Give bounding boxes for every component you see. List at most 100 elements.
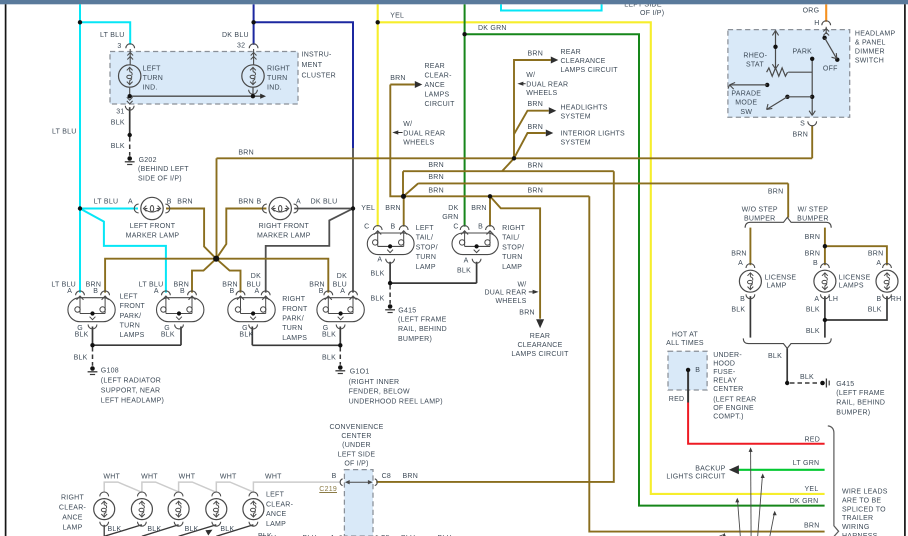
svg-text:LAMP: LAMP [62, 525, 82, 532]
svg-text:TAIL/: TAIL/ [416, 235, 433, 242]
svg-text:LH: LH [829, 296, 838, 303]
svg-text:B: B [876, 296, 881, 303]
svg-text:G1O1: G1O1 [350, 368, 370, 375]
svg-text:LEFT FRONT: LEFT FRONT [130, 223, 176, 230]
svg-text:RIGHT: RIGHT [61, 495, 85, 502]
svg-text:CLEARANCE: CLEARANCE [561, 58, 606, 65]
svg-text:INTERIOR LIGHTS: INTERIOR LIGHTS [561, 131, 626, 138]
svg-text:TURN: TURN [143, 75, 163, 82]
svg-text:SUPPORT, NEAR: SUPPORT, NEAR [101, 387, 161, 394]
svg-text:BRN: BRN [528, 163, 544, 170]
svg-text:A: A [738, 260, 743, 267]
svg-text:DK BLU: DK BLU [311, 198, 338, 205]
svg-text:G415: G415 [836, 381, 854, 388]
svg-text:RAIL, BEHIND: RAIL, BEHIND [836, 400, 885, 407]
svg-text:BRN: BRN [428, 162, 444, 169]
svg-text:STAT: STAT [746, 62, 764, 69]
svg-text:HOT AT: HOT AT [672, 331, 699, 338]
svg-text:DK GRN: DK GRN [478, 25, 507, 32]
svg-text:A: A [128, 198, 133, 205]
svg-text:REAR: REAR [530, 333, 550, 340]
svg-text:MARKER LAMP: MARKER LAMP [257, 233, 311, 240]
svg-text:IND.: IND. [267, 84, 282, 91]
svg-text:32: 32 [237, 42, 245, 49]
svg-text:LT BLU: LT BLU [94, 198, 119, 205]
svg-text:WHT: WHT [103, 474, 120, 481]
svg-text:GRN: GRN [442, 214, 458, 221]
svg-text:WIRE LEADS: WIRE LEADS [842, 489, 888, 496]
svg-text:B: B [332, 473, 337, 480]
svg-text:RH: RH [891, 296, 902, 303]
svg-text:LEFT HEADLAMP): LEFT HEADLAMP) [101, 397, 164, 404]
svg-text:G108: G108 [101, 367, 119, 374]
svg-text:DK BLU: DK BLU [222, 32, 249, 39]
svg-text:DK: DK [448, 205, 458, 212]
svg-text:LEFT: LEFT [266, 491, 285, 498]
svg-text:WHT: WHT [141, 474, 158, 481]
svg-text:TRAILER: TRAILER [842, 515, 873, 522]
svg-text:MODE: MODE [735, 100, 757, 107]
svg-text:LT BLU: LT BLU [100, 32, 125, 39]
svg-text:BACKUP: BACKUP [695, 465, 725, 472]
svg-text:WHT: WHT [220, 474, 237, 481]
svg-text:BLK: BLK [111, 120, 125, 127]
svg-text:SW: SW [740, 109, 752, 116]
svg-text:LEFT: LEFT [120, 293, 139, 300]
svg-text:RIGHT FRONT: RIGHT FRONT [259, 223, 310, 230]
svg-text:WHEELS: WHEELS [495, 298, 526, 305]
svg-text:WHT: WHT [179, 474, 196, 481]
svg-text:LAMPS: LAMPS [120, 332, 145, 339]
svg-text:TAIL/: TAIL/ [502, 235, 519, 242]
svg-text:DUAL REAR: DUAL REAR [484, 289, 526, 296]
svg-text:LAMPS CIRCUIT: LAMPS CIRCUIT [561, 67, 619, 74]
svg-text:W/: W/ [403, 121, 412, 128]
svg-text:A: A [255, 288, 260, 295]
svg-text:YEL: YEL [390, 13, 404, 20]
svg-text:A: A [340, 288, 345, 295]
svg-text:(UNDER: (UNDER [342, 442, 371, 449]
svg-text:BRN: BRN [804, 523, 820, 530]
svg-text:LIGHTS CIRCUIT: LIGHTS CIRCUIT [666, 474, 726, 481]
svg-text:OF ENGINE: OF ENGINE [713, 405, 754, 412]
svg-text:PARK/: PARK/ [120, 313, 142, 320]
svg-text:LICENSE: LICENSE [839, 274, 871, 281]
svg-text:B: B [93, 288, 98, 295]
svg-text:BRN: BRN [238, 198, 254, 205]
svg-text:REAR: REAR [425, 63, 445, 70]
svg-text:A: A [377, 257, 382, 264]
svg-text:B: B [180, 288, 185, 295]
svg-text:BLK: BLK [147, 526, 161, 533]
svg-text:BLK: BLK [75, 332, 89, 339]
svg-text:TURN: TURN [282, 325, 302, 332]
svg-text:C: C [453, 223, 458, 230]
svg-text:BLK: BLK [111, 143, 125, 150]
svg-text:WHT: WHT [265, 474, 282, 481]
svg-text:SYSTEM: SYSTEM [561, 140, 591, 147]
svg-text:MENT: MENT [302, 62, 323, 69]
svg-text:A: A [154, 288, 159, 295]
svg-text:BRN: BRN [428, 174, 444, 181]
svg-text:LAMPS: LAMPS [425, 92, 450, 99]
svg-text:BUMPER: BUMPER [744, 216, 775, 223]
svg-text:STOP/: STOP/ [416, 244, 438, 251]
svg-text:B: B [390, 223, 395, 230]
svg-text:A: A [814, 296, 819, 303]
svg-text:LT BLU: LT BLU [51, 282, 76, 289]
svg-text:YEL: YEL [805, 486, 819, 493]
svg-text:DUAL REAR: DUAL REAR [403, 130, 445, 137]
svg-text:STOP/: STOP/ [502, 244, 524, 251]
svg-text:B: B [167, 198, 172, 205]
svg-text:A: A [464, 258, 469, 265]
svg-text:BLK: BLK [868, 306, 882, 313]
svg-text:DK: DK [251, 273, 261, 280]
svg-text:LT BLU: LT BLU [52, 129, 77, 136]
svg-text:BRN: BRN [528, 51, 544, 58]
svg-text:BLK: BLK [239, 332, 253, 339]
svg-text:LEFT: LEFT [416, 225, 435, 232]
svg-text:BLK: BLK [806, 306, 820, 313]
svg-text:LEFT SIDE: LEFT SIDE [338, 451, 376, 458]
svg-text:INSTRU-: INSTRU- [302, 51, 333, 58]
svg-text:SPLICED TO: SPLICED TO [842, 506, 886, 513]
svg-text:LT GRN: LT GRN [793, 460, 820, 467]
svg-text:C: C [364, 223, 369, 230]
